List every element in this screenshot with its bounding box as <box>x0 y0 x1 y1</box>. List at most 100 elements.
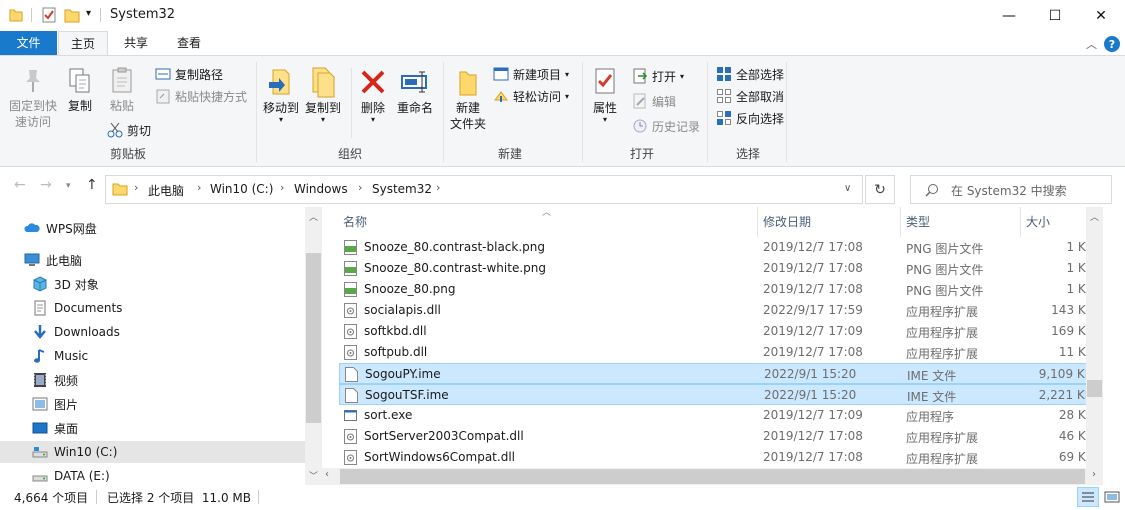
customize-qa-dropdown[interactable]: ▾ <box>86 8 91 19</box>
minimize-button[interactable]: — <box>986 0 1032 31</box>
nav-item-documents[interactable]: Documents <box>32 297 304 319</box>
file-list-edge <box>1103 207 1125 485</box>
file-row[interactable]: Snooze_80.contrast-white.png 2019/12/7 17… <box>339 258 1097 279</box>
breadcrumb-windows[interactable]: Windows <box>294 182 348 196</box>
column-header-type[interactable]: 类型 <box>906 207 930 237</box>
large-icons-view-icon[interactable] <box>1102 487 1122 507</box>
pin-to-quick-access-button[interactable]: 固定到快 速访问 <box>6 66 60 130</box>
file-row[interactable]: softpub.dll 2019/12/7 17:08 应用程序扩展 11 KB <box>339 342 1097 363</box>
search-box[interactable]: 在 System32 中搜索 <box>910 175 1112 204</box>
easy-access-button[interactable]: 轻松访问 ▾ <box>493 86 569 106</box>
refresh-button[interactable]: ↻ <box>865 175 895 204</box>
move-to-button[interactable]: 移动到 ▾ <box>261 66 301 124</box>
paste-shortcut-label: 粘贴快捷方式 <box>175 89 248 104</box>
paste-shortcut-icon <box>156 89 170 104</box>
nav-item-drive-e[interactable]: DATA (E:) <box>32 465 304 487</box>
close-button[interactable]: ✕ <box>1078 0 1124 31</box>
select-all-button[interactable]: 全部选择 <box>716 64 784 84</box>
nav-item-downloads[interactable]: Downloads <box>32 321 304 343</box>
help-icon[interactable]: ? <box>1103 35 1121 53</box>
file-row[interactable]: Snooze_80.contrast-black.png 2019/12/7 17… <box>339 237 1097 258</box>
column-divider[interactable] <box>900 207 901 237</box>
select-none-button[interactable]: 全部取消 <box>716 86 784 106</box>
breadcrumb-system32[interactable]: System32 <box>372 182 432 196</box>
file-row[interactable]: softkbd.dll 2019/12/7 17:09 应用程序扩展 169 KB <box>339 321 1097 342</box>
up-arrow-icon[interactable]: ↑ <box>86 177 98 193</box>
tab-view[interactable]: 查看 <box>162 31 216 56</box>
nav-item-music[interactable]: Music <box>32 345 304 367</box>
scroll-up-icon[interactable]: ︿ <box>1090 210 1099 223</box>
column-header-date[interactable]: 修改日期 <box>763 207 811 237</box>
address-bar[interactable]: › 此电脑 › Win10 (C:) › Windows › System32 … <box>105 175 863 204</box>
breadcrumb-this-pc[interactable]: 此电脑 <box>148 182 184 199</box>
scroll-right-icon[interactable]: › <box>1092 469 1096 480</box>
file-row[interactable]: socialapis.dll 2022/9/17 17:59 应用程序扩展 143 K… <box>339 300 1097 321</box>
status-bar: 4,664 个项目 已选择 2 个项目 11.0 MB <box>0 485 1125 510</box>
nav-item-drive-c[interactable]: Win10 (C:) <box>0 441 305 463</box>
tab-share[interactable]: 共享 <box>112 31 160 56</box>
file-row[interactable]: Snooze_80.png 2019/12/7 17:08 PNG 图片文件 1 KB <box>339 279 1097 300</box>
file-list-scrollbar[interactable]: ︿ <box>1086 207 1103 470</box>
new-folder-button[interactable]: 新建 文件夹 <box>448 66 488 132</box>
nav-item-pictures[interactable]: 图片 <box>32 393 304 415</box>
new-item-button[interactable]: 新建项目 ▾ <box>493 64 569 84</box>
address-history-dropdown-icon[interactable]: ∨ <box>844 183 851 194</box>
nav-pane-scrollbar[interactable]: ︿ ﹀ <box>305 207 322 485</box>
cut-button[interactable]: 剪切 <box>107 120 151 140</box>
nav-item-3d-objects[interactable]: 3D 对象 <box>32 273 304 295</box>
easy-access-dropdown-arrow: ▾ <box>565 91 570 101</box>
copy-to-dropdown-arrow: ▾ <box>320 115 325 124</box>
collapse-ribbon-icon[interactable]: ︿ <box>1086 36 1097 52</box>
breadcrumb-separator-icon[interactable]: › <box>280 181 284 194</box>
open-button[interactable]: 打开 ▾ <box>632 66 684 86</box>
new-folder-qa-icon[interactable] <box>63 6 81 24</box>
paste-shortcut-button[interactable]: 粘贴快捷方式 <box>155 86 247 106</box>
delete-x-icon <box>361 70 385 94</box>
file-list-scrollbar-thumb[interactable] <box>1087 380 1102 397</box>
tab-file[interactable]: 文件 <box>0 31 57 56</box>
nav-scrollbar-thumb[interactable] <box>306 253 321 423</box>
column-divider[interactable] <box>757 207 758 237</box>
back-arrow-icon[interactable]: ← <box>14 177 26 193</box>
file-row[interactable]: SogouTSF.ime 2022/9/1 15:20 IME 文件 2,221 KB <box>339 384 1097 405</box>
forward-arrow-icon[interactable]: → <box>40 177 52 193</box>
copy-button[interactable]: 复制 <box>64 66 96 114</box>
details-view-icon[interactable] <box>1077 487 1099 507</box>
file-row[interactable]: SortWindows6Compat.dll 2019/12/7 17:08 应用程… <box>339 447 1097 468</box>
nav-item-wps-cloud[interactable]: WPS网盘 <box>24 217 304 239</box>
recent-locations-icon[interactable]: ▾ <box>66 181 71 191</box>
group-divider <box>707 62 708 162</box>
breadcrumb-separator-icon[interactable]: › <box>436 181 440 194</box>
scroll-up-icon[interactable]: ︿ <box>309 210 318 223</box>
delete-button[interactable]: 删除 ▾ <box>356 66 390 124</box>
properties-button[interactable]: 属性 ▾ <box>588 66 622 124</box>
breadcrumb-separator-icon[interactable]: › <box>358 181 362 194</box>
rename-button[interactable]: 重命名 <box>395 66 435 116</box>
invert-selection-button[interactable]: 反向选择 <box>716 108 784 128</box>
file-list-horizontal-scrollbar[interactable]: ‹ › <box>322 468 1103 485</box>
paste-button[interactable]: 粘贴 <box>104 66 140 114</box>
horizontal-scrollbar-thumb[interactable] <box>340 469 1085 484</box>
properties-check-icon[interactable] <box>40 6 58 24</box>
column-header-name[interactable]: 名称 <box>343 207 367 237</box>
tab-home[interactable]: 主页 <box>58 31 108 56</box>
column-header-size[interactable]: 大小 <box>1026 207 1050 237</box>
nav-item-desktop[interactable]: 桌面 <box>32 417 304 439</box>
edit-button[interactable]: 编辑 <box>632 91 676 111</box>
file-row[interactable]: SortServer2003Compat.dll 2019/12/7 17:08 应… <box>339 426 1097 447</box>
nav-item-videos[interactable]: 视频 <box>32 369 304 391</box>
file-row[interactable]: sort.exe 2019/12/7 17:09 应用程序 28 KB <box>339 405 1097 426</box>
scroll-left-icon[interactable]: ‹ <box>325 469 329 480</box>
history-button[interactable]: 历史记录 <box>632 116 700 136</box>
scroll-down-icon[interactable]: ﹀ <box>309 469 318 482</box>
maximize-button[interactable]: ☐ <box>1032 0 1078 31</box>
cut-label: 剪切 <box>127 123 152 138</box>
copy-path-button[interactable]: 复制路径 <box>155 64 223 84</box>
breadcrumb-separator-icon[interactable]: › <box>197 181 201 194</box>
breadcrumb-drive-c[interactable]: Win10 (C:) <box>210 182 273 196</box>
column-divider[interactable] <box>1020 207 1021 237</box>
copy-to-button[interactable]: 复制到 ▾ <box>303 66 343 124</box>
file-row[interactable]: SogouPY.ime 2022/9/1 15:20 IME 文件 9,109 KB <box>339 363 1097 384</box>
dll-file-icon <box>344 429 357 444</box>
nav-item-this-pc[interactable]: 此电脑 <box>24 249 304 271</box>
